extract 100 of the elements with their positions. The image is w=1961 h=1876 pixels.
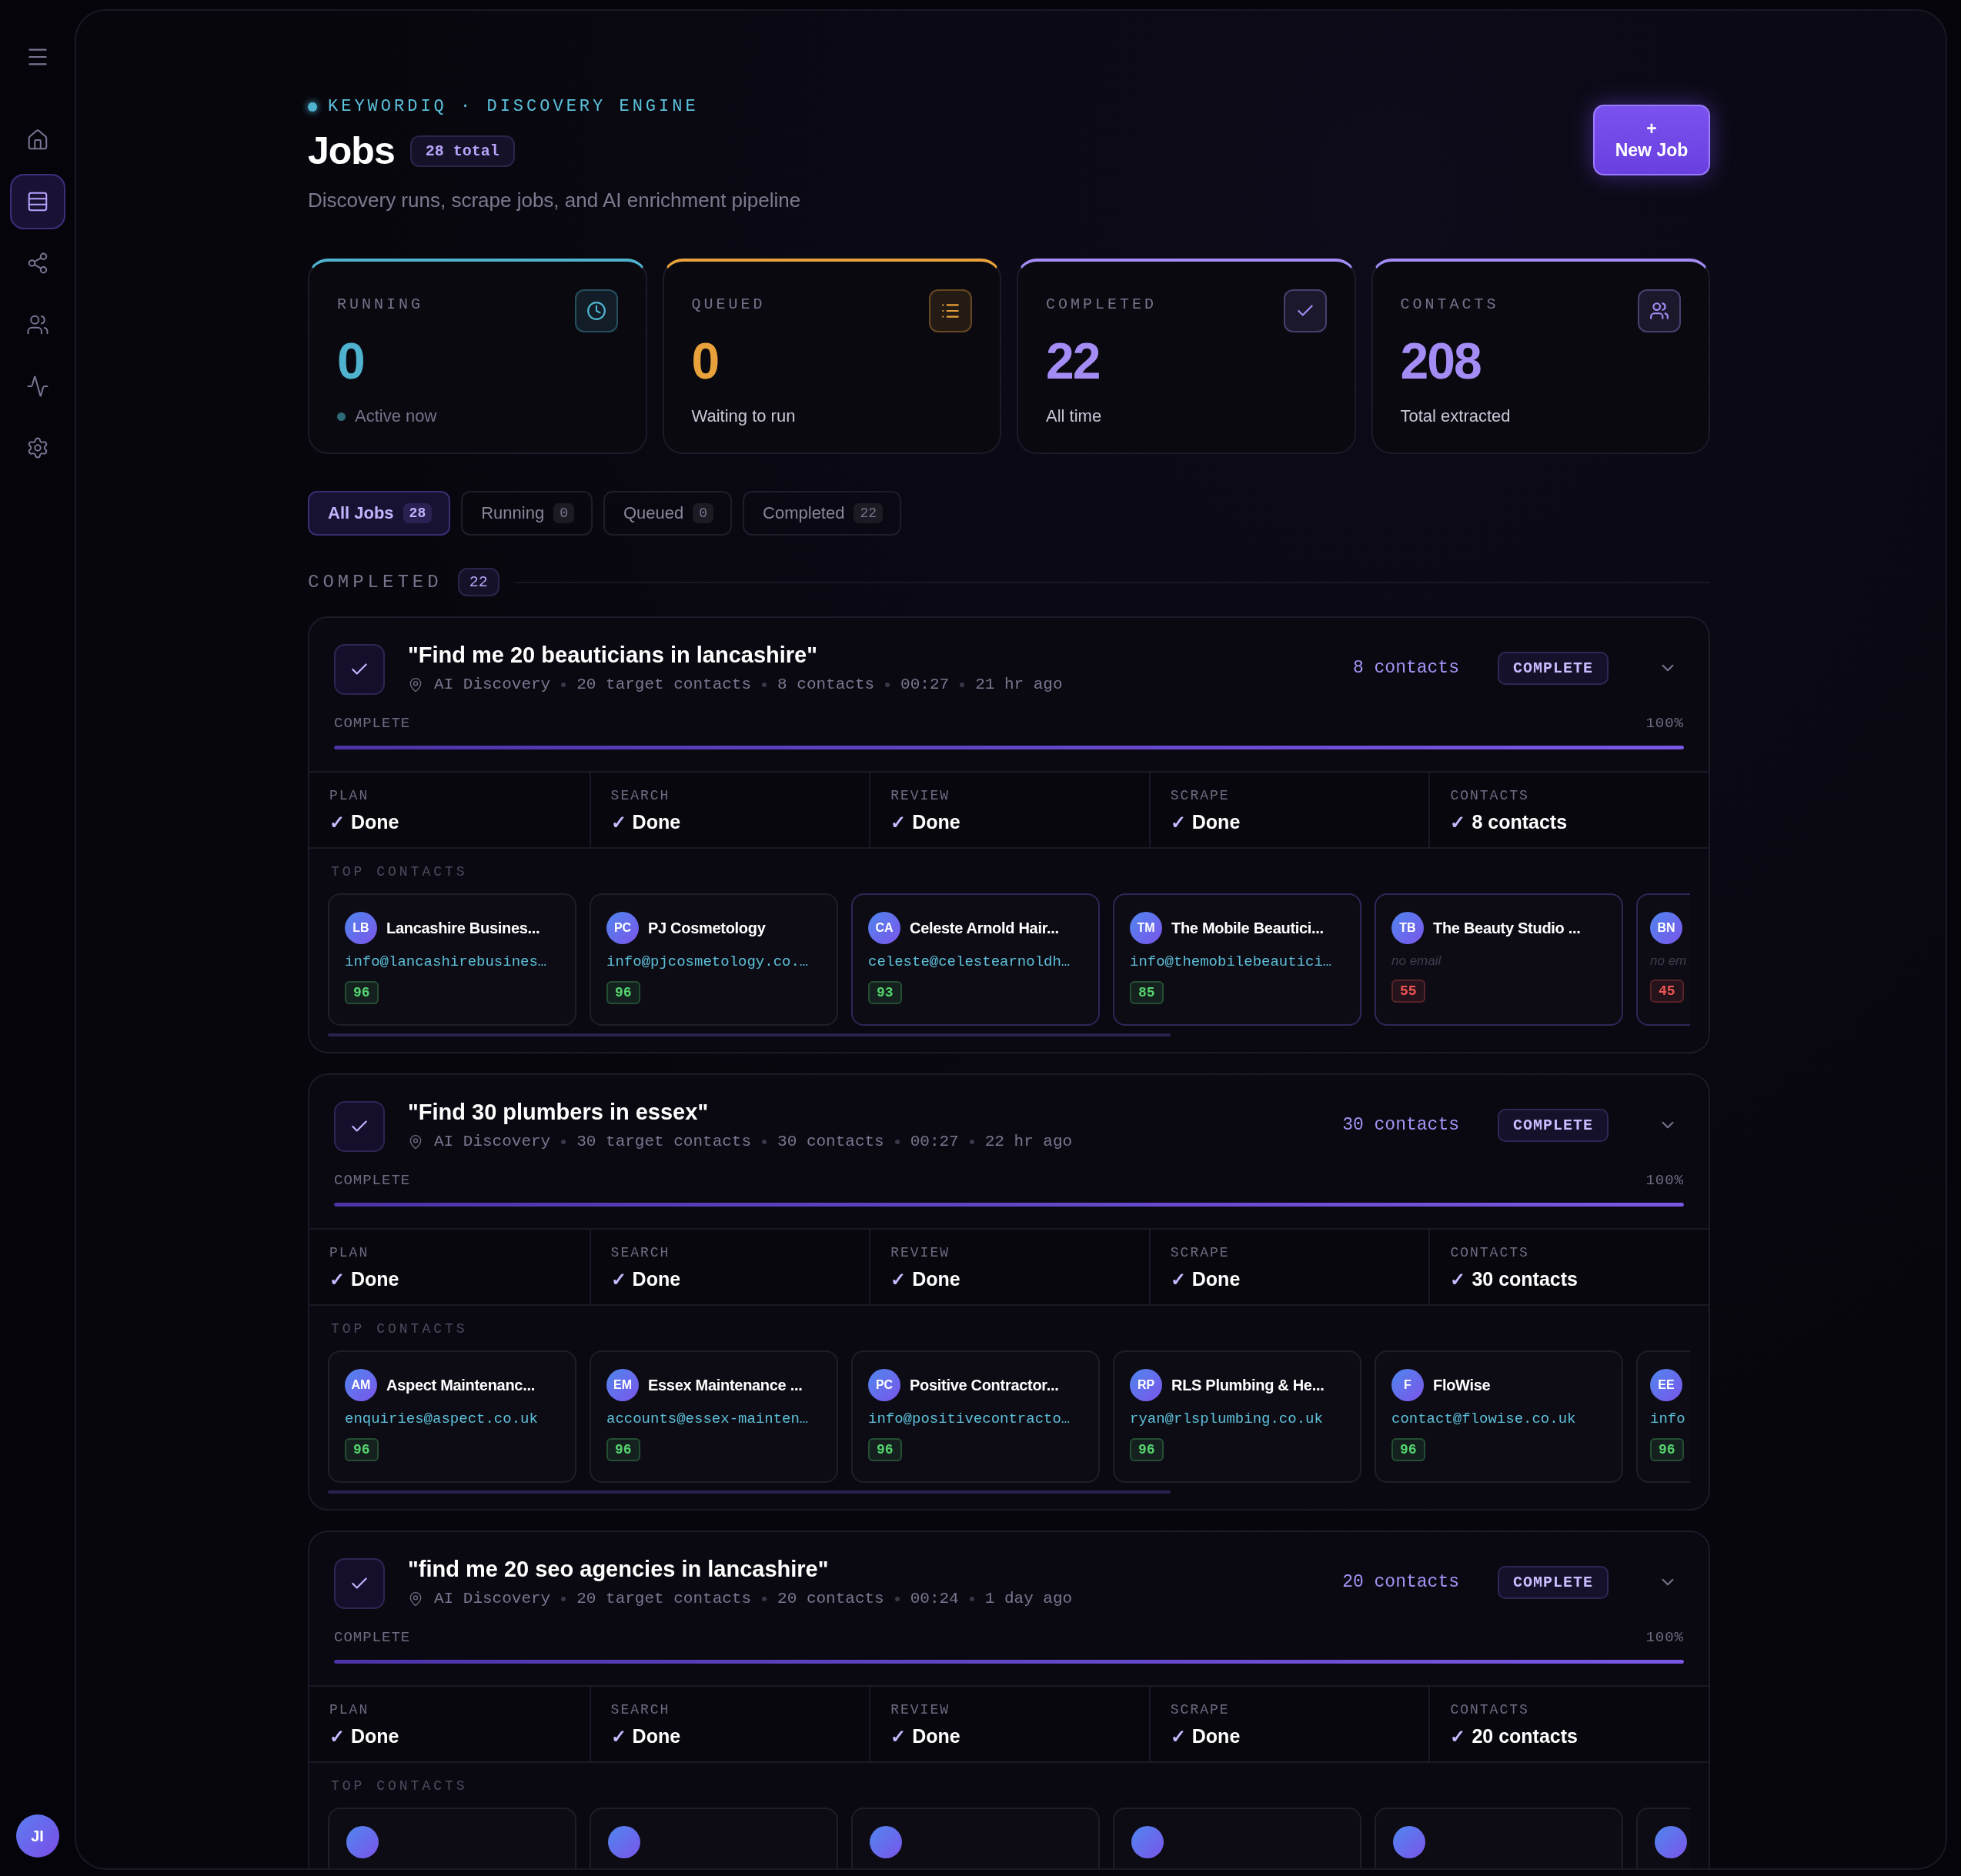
job-title: "Find 30 plumbers in essex" — [408, 1100, 710, 1125]
contact-email: info@themobilebeautici… — [1130, 953, 1333, 970]
stage-value: 30 contacts — [1472, 1268, 1578, 1290]
stat-value: 0 — [337, 335, 365, 386]
score-badge: 45 — [1650, 980, 1684, 1003]
job-meta: AI Discovery — [434, 1590, 551, 1607]
scrollbar-thumb[interactable] — [328, 1033, 1171, 1036]
contact-card[interactable]: F FloWise contact@flowise.co.uk 96 — [1375, 1350, 1623, 1483]
score-badge: 96 — [1130, 1438, 1164, 1461]
stage-label: CONTACTS — [1450, 1702, 1530, 1717]
contact-card[interactable]: EM Essex Maintenance ... accounts@essex-mainten… 96 — [590, 1350, 838, 1483]
score-badge: 96 — [868, 1438, 902, 1461]
check-mark: ✓ — [1450, 1725, 1466, 1747]
progress-label: COMPLETE — [334, 715, 411, 732]
pin-icon — [408, 1591, 423, 1607]
avatar: EE — [1650, 1369, 1682, 1401]
check-mark: ✓ — [329, 1268, 345, 1290]
users-icon — [25, 313, 49, 336]
stage-label: SEARCH — [610, 788, 671, 803]
stage-label: PLAN — [329, 1702, 370, 1717]
avatar: EM — [606, 1369, 639, 1401]
stage-value: 20 contacts — [1472, 1725, 1578, 1747]
stage-value: Done — [1191, 1268, 1241, 1290]
progress-percent: 100% — [1645, 1172, 1684, 1189]
job-meta: 1 day ago — [984, 1590, 1073, 1607]
check-mark: ✓ — [329, 1725, 345, 1747]
pin-icon — [408, 676, 423, 693]
check-mark: ✓ — [890, 811, 907, 833]
contact-card[interactable]: BN no em 45 — [1636, 893, 1690, 1026]
page-subtitle: Discovery runs, scrape jobs, and AI enrichment pipeline — [308, 189, 801, 212]
avatar: LB — [345, 912, 377, 944]
check-mark: ✓ — [1170, 1725, 1186, 1747]
eyebrow-text: KEYWORDIQ · DISCOVERY ENGINE — [328, 97, 699, 116]
section-label: TOP CONTACTS — [330, 1320, 469, 1337]
contacts-count: 30 contacts — [1342, 1115, 1459, 1135]
nav-button[interactable] — [9, 174, 65, 229]
contact-card[interactable]: CA Celeste Arnold Hair... celeste@celestearnoldh… 93 — [851, 893, 1100, 1026]
contact-email: enquiries@aspect.co.uk — [345, 1410, 539, 1427]
check-mark: ✓ — [1450, 1268, 1466, 1290]
stat-value: 0 — [691, 335, 720, 386]
contact-email: info@pjcosmetology.co.… — [606, 953, 810, 970]
job-meta: 21 hr ago — [975, 676, 1063, 693]
contact-email: accounts@essex-mainten… — [606, 1410, 810, 1427]
count-badge: 22 — [457, 568, 499, 596]
contacts-count: 20 contacts — [1342, 1572, 1459, 1592]
job-meta: 22 hr ago — [984, 1133, 1073, 1150]
stage-label: REVIEW — [890, 1702, 950, 1717]
job-meta: 00:27 — [910, 1133, 959, 1150]
check-icon — [334, 644, 385, 695]
contact-card[interactable]: EE info 96 — [1636, 1350, 1690, 1483]
job-meta: AI Discovery — [434, 1133, 551, 1150]
contact-name: Aspect Maintenanc... — [386, 1376, 535, 1394]
filter-tab[interactable]: All Jobs 28 — [308, 491, 451, 536]
avatar: RP — [1130, 1369, 1162, 1401]
contact-card[interactable]: LB Lancashire Busines... info@lancashirebusines… 96 — [328, 893, 576, 1026]
contact-name: Lancashire Busines... — [386, 919, 540, 937]
check-mark: ✓ — [890, 1268, 907, 1290]
contact-card[interactable]: RP RLS Plumbing & He... ryan@rlsplumbing.co.uk 96 — [1113, 1350, 1361, 1483]
contact-email: info@lancashirebusines… — [345, 953, 548, 970]
contact-name: Essex Maintenance ... — [648, 1376, 803, 1394]
avatar: BN — [1650, 912, 1682, 944]
stat-note: Active now — [355, 406, 437, 426]
job-title: "find me 20 seo agencies in lancashire" — [408, 1557, 830, 1582]
filter-tab[interactable]: Completed 22 — [743, 491, 902, 536]
stage-value: Done — [632, 811, 681, 833]
contact-name: FloWise — [1433, 1376, 1491, 1394]
stage-value: Done — [1191, 811, 1241, 833]
job-meta: 20 target contacts — [576, 676, 752, 693]
contact-card[interactable]: PC PJ Cosmetology info@pjcosmetology.co.… 96 — [590, 893, 838, 1026]
progress-label: COMPLETE — [334, 1172, 411, 1189]
avatar: PC — [868, 1369, 900, 1401]
status-badge: COMPLETE — [1498, 651, 1609, 685]
check-mark: ✓ — [1170, 1268, 1186, 1290]
stage-label: PLAN — [329, 788, 370, 803]
contact-email: info — [1650, 1410, 1686, 1427]
stage-label: PLAN — [329, 1245, 370, 1260]
stat-value: 208 — [1400, 335, 1482, 386]
contact-name: PJ Cosmetology — [648, 919, 766, 937]
contact-card[interactable]: TM The Mobile Beautici... info@themobilebeautici… 85 — [1113, 893, 1361, 1026]
status-badge: COMPLETE — [1498, 1565, 1609, 1599]
list-icon — [929, 289, 972, 332]
contact-email: no em — [1650, 953, 1688, 969]
stage-value: Done — [351, 1268, 399, 1290]
stage-label: CONTACTS — [1450, 788, 1530, 803]
contact-card[interactable]: PC Positive Contractor... info@positivecontracto… 96 — [851, 1350, 1100, 1483]
scrollbar-thumb[interactable] — [328, 1490, 1171, 1494]
contact-card[interactable]: TB The Beauty Studio ... no email 55 — [1375, 893, 1623, 1026]
user-avatar[interactable]: JI — [15, 1814, 59, 1858]
section-label: TOP CONTACTS — [330, 1778, 469, 1794]
stat-note: Total extracted — [1400, 406, 1511, 426]
contact-card[interactable]: AM Aspect Maintenanc... enquiries@aspect.co.uk 96 — [328, 1350, 576, 1483]
stat-label: QUEUED — [691, 295, 766, 313]
stage-value: Done — [912, 811, 960, 833]
filter-tab[interactable]: Queued 0 — [603, 491, 733, 536]
job-meta: 00:24 — [910, 1590, 959, 1607]
avatar: TM — [1130, 912, 1162, 944]
filter-tab[interactable]: Running 0 — [461, 491, 593, 536]
new-job-button[interactable]: + New Job — [1593, 105, 1710, 175]
section-title: COMPLETED — [308, 572, 443, 593]
stage-value: Done — [632, 1268, 681, 1290]
